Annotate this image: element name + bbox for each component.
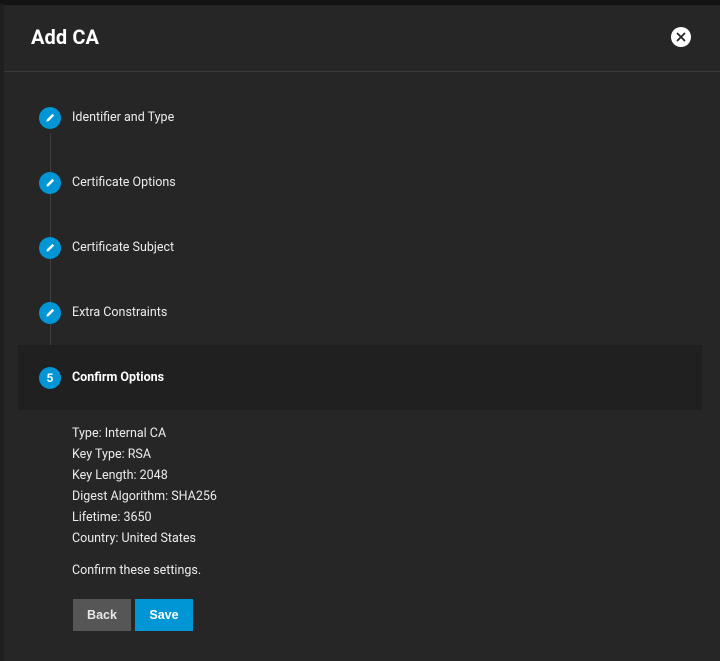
- confirm-summary: Type: Internal CA Key Type: RSA Key Leng…: [72, 427, 217, 553]
- summary-key-type: Key Type: RSA: [72, 447, 151, 462]
- step-identifier-and-type[interactable]: Identifier and Type: [4, 85, 720, 150]
- step-extra-constraints[interactable]: Extra Constraints: [4, 280, 720, 345]
- step-label: Identifier and Type: [72, 110, 175, 125]
- summary-key-length: Key Length: 2048: [72, 468, 168, 483]
- stepper: Identifier and Type Certificate Options …: [4, 85, 720, 410]
- step-certificate-subject[interactable]: Certificate Subject: [4, 215, 720, 280]
- pencil-icon: [39, 236, 61, 259]
- pencil-icon: [39, 301, 61, 324]
- add-ca-dialog: Add CA Identifier and Type Certificate O…: [4, 4, 720, 661]
- step-label: Certificate Subject: [72, 240, 175, 255]
- summary-type: Type: Internal CA: [72, 426, 167, 441]
- summary-digest-algorithm: Digest Algorithm: SHA256: [72, 489, 217, 504]
- step-number-badge: 5: [39, 366, 61, 389]
- dialog-header: Add CA: [4, 5, 720, 72]
- dialog-title: Add CA: [31, 25, 100, 49]
- pencil-icon: [39, 106, 61, 129]
- summary-lifetime: Lifetime: 3650: [72, 510, 152, 525]
- back-button[interactable]: Back: [73, 599, 131, 631]
- close-icon: [676, 32, 686, 42]
- close-button[interactable]: [671, 27, 691, 47]
- summary-country: Country: United States: [72, 531, 196, 546]
- save-button[interactable]: Save: [135, 599, 193, 631]
- confirm-settings-text: Confirm these settings.: [72, 563, 202, 578]
- step-label: Certificate Options: [72, 175, 176, 190]
- step-label: Confirm Options: [72, 370, 165, 385]
- step-label: Extra Constraints: [72, 305, 168, 320]
- dialog-actions: Back Save: [73, 599, 193, 631]
- step-confirm-options[interactable]: 5 Confirm Options: [18, 345, 702, 410]
- pencil-icon: [39, 171, 61, 194]
- step-certificate-options[interactable]: Certificate Options: [4, 150, 720, 215]
